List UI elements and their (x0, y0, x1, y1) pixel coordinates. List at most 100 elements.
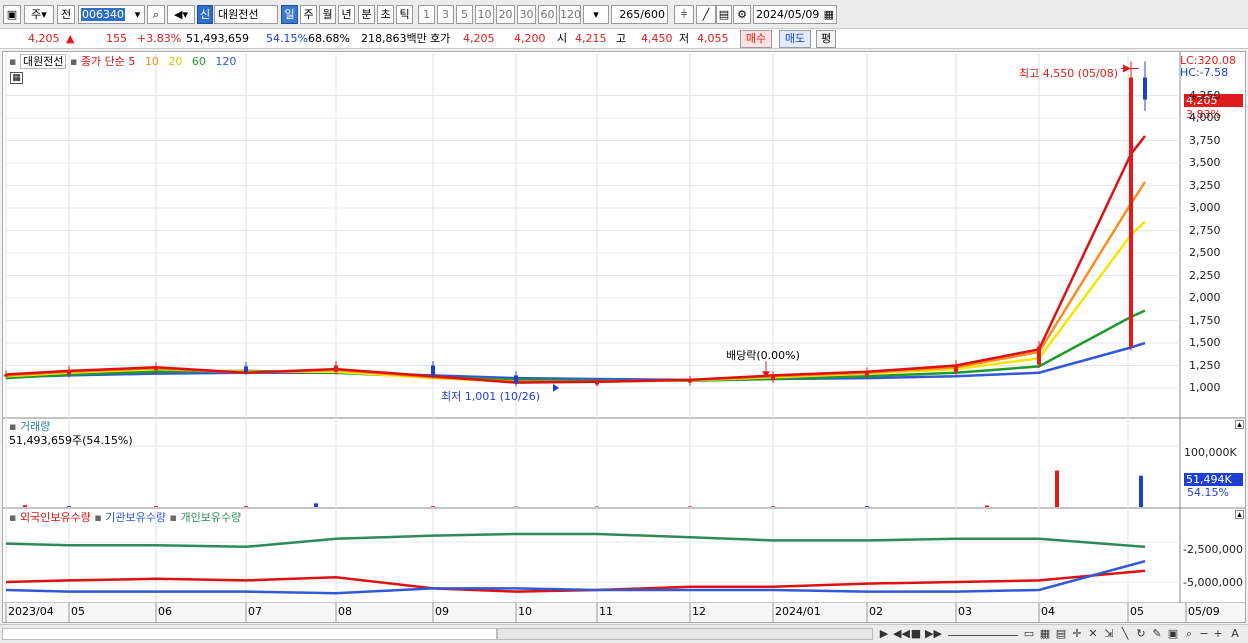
eval-button[interactable]: 평 (816, 30, 836, 48)
zoom-in-icon[interactable]: + (1212, 626, 1224, 641)
volume-value: 51,493,659주(54.15%) (9, 434, 133, 447)
interval-dropdown-icon[interactable]: ▾ (583, 5, 609, 24)
interval-3[interactable]: 3 (437, 5, 454, 24)
grid-toggle-icon[interactable]: ▦ (10, 72, 23, 84)
interval-5[interactable]: 5 (456, 5, 473, 24)
period-second[interactable]: 초 (377, 5, 394, 24)
period-day[interactable]: 일 (281, 5, 298, 24)
price-y-tick: 3,500 (1189, 156, 1221, 169)
scroll-right-icon[interactable]: ▶ (878, 626, 890, 641)
rotate-icon[interactable]: ↻ (1134, 626, 1148, 641)
date-value: 2024/05/09 (756, 8, 820, 21)
volume-bar (865, 506, 869, 507)
crosshair-icon[interactable]: ✛ (1070, 626, 1084, 641)
bottom-toolbar: ▶ ◀◀ ■ ▶▶ ▭ ▦ ▤ ✛ ✕ ⇲ ╲ ↻ ✎ ▣ ⌕ − + A (0, 624, 1248, 643)
bid-price: 4,200 (514, 32, 546, 45)
price-y-tick: 2,500 (1189, 246, 1221, 259)
pen-icon[interactable]: ✎ (1150, 626, 1164, 641)
bid-ask-label: 호가 (430, 32, 451, 45)
period-minute[interactable]: 분 (358, 5, 375, 24)
save-icon[interactable]: ▤ (716, 5, 732, 24)
draw-tool-icon[interactable]: ╱ (696, 5, 716, 24)
chart-canvas[interactable] (3, 52, 1245, 622)
line-tool-icon[interactable]: ╲ (1118, 626, 1132, 641)
high-price: 4,450 (641, 32, 673, 45)
interval-20[interactable]: 20 (496, 5, 515, 24)
zoom-icon[interactable]: ⌕ (1182, 626, 1196, 641)
volume-current-percent: 54.15% (1187, 486, 1229, 499)
high-annotation: 최고 4,550 (05/08) (1019, 67, 1119, 80)
price-y-tick: 3,750 (1189, 133, 1221, 147)
x-axis-band (3, 603, 1245, 622)
window-icon[interactable]: ▣ (3, 5, 21, 24)
volume-panel-close-icon[interactable]: ▴ (1235, 420, 1244, 430)
ask-price: 4,205 (463, 32, 495, 45)
holdings-panel-close-icon[interactable]: ▴ (1235, 510, 1244, 520)
fit-icon[interactable]: ▭ (1022, 626, 1036, 641)
trade-volume: 51,493,659 (186, 32, 249, 45)
search-icon[interactable]: ⌕ (147, 5, 165, 24)
period-week[interactable]: 주 (300, 5, 317, 24)
period-year[interactable]: 년 (338, 5, 355, 24)
chart-area[interactable]: ▪ 대원전선 ▪ 종가 단순 5 10 20 60 120 ▦ LC:320.0… (2, 51, 1246, 623)
interval-120[interactable]: 120 (559, 5, 581, 24)
period-tick[interactable]: 틱 (396, 5, 413, 24)
legend-square-icon: ▪ (9, 420, 17, 433)
holdings-tick-1: -2,500,000 (1183, 543, 1243, 556)
low-annotation: 최저 1,001 (10/26) (441, 390, 541, 403)
calendar-icon[interactable]: ▦ (824, 6, 834, 23)
zoom-out-icon[interactable]: − (1198, 626, 1210, 641)
candle-body (244, 366, 248, 372)
institution-holdings-label: 기관보유수량 (105, 511, 167, 524)
individual-holdings-label: 개인보유수량 (180, 511, 242, 524)
tool-icon[interactable]: ✕ (1086, 626, 1100, 641)
settings-gear-icon[interactable]: ⚙ (733, 5, 751, 24)
legend-square-icon: ▪ (94, 511, 102, 524)
interval-60[interactable]: 60 (538, 5, 557, 24)
window-icon-2[interactable]: ▣ (1166, 626, 1180, 641)
x-axis-label: 03 (958, 605, 972, 618)
forward-icon[interactable]: ▶▶ (925, 626, 942, 641)
grid-icon[interactable]: ▦ (1038, 626, 1052, 641)
candle-type-icon[interactable]: ⫩ (674, 5, 694, 24)
auto-scale-icon[interactable]: A (1228, 626, 1242, 641)
sell-button[interactable]: 매도 (779, 30, 811, 48)
market-toggle-label: 주 (31, 8, 42, 21)
low-label: 저 (679, 32, 690, 45)
volume-bar (67, 506, 71, 507)
foreign-holdings-label: 외국인보유수량 (19, 511, 91, 524)
volume-bar (688, 506, 692, 507)
candle-body (1143, 77, 1147, 100)
new-badge[interactable]: 신 (197, 5, 213, 24)
interval-30[interactable]: 30 (517, 5, 536, 24)
legend-square-icon: ▪ (9, 511, 17, 524)
scroll-thumb[interactable] (497, 628, 873, 640)
candle-body (431, 365, 435, 376)
date-field[interactable]: 2024/05/09 ▦ (753, 5, 837, 24)
dividend-annotation: 배당락(0.00%) (726, 349, 800, 362)
candle-body (67, 370, 71, 375)
candle-body (334, 365, 338, 372)
period-month[interactable]: 월 (319, 5, 336, 24)
zoom-slider[interactable] (948, 631, 1018, 636)
speaker-icon[interactable]: ◀▾ (167, 5, 195, 24)
interval-10[interactable]: 10 (475, 5, 494, 24)
scroll-track[interactable] (2, 628, 497, 640)
ma20-label: 20 (168, 55, 183, 68)
holdings-panel-legend: ▪ 외국인보유수량 ▪ 기관보유수량 ▪ 개인보유수량 (9, 511, 241, 524)
rewind-icon[interactable]: ◀◀ (893, 626, 910, 641)
stop-icon[interactable]: ■ (910, 626, 922, 641)
prev-button[interactable]: 전 (57, 5, 75, 24)
candle-body (954, 364, 958, 372)
code-dropdown-icon[interactable]: ▾ (131, 5, 145, 24)
count-field[interactable]: 265/600 (611, 5, 668, 24)
buy-button[interactable]: 매수 (740, 30, 772, 48)
change-percent: +3.83% (137, 32, 182, 45)
copy-icon[interactable]: ▤ (1054, 626, 1068, 641)
ma5-label: 5 (128, 55, 136, 68)
interval-1[interactable]: 1 (418, 5, 435, 24)
candle-body (1037, 346, 1041, 365)
marker-icon[interactable]: ⇲ (1102, 626, 1116, 641)
stock-name-field[interactable]: 대원전선 (214, 5, 278, 24)
market-toggle[interactable]: 주▾ (24, 5, 54, 24)
